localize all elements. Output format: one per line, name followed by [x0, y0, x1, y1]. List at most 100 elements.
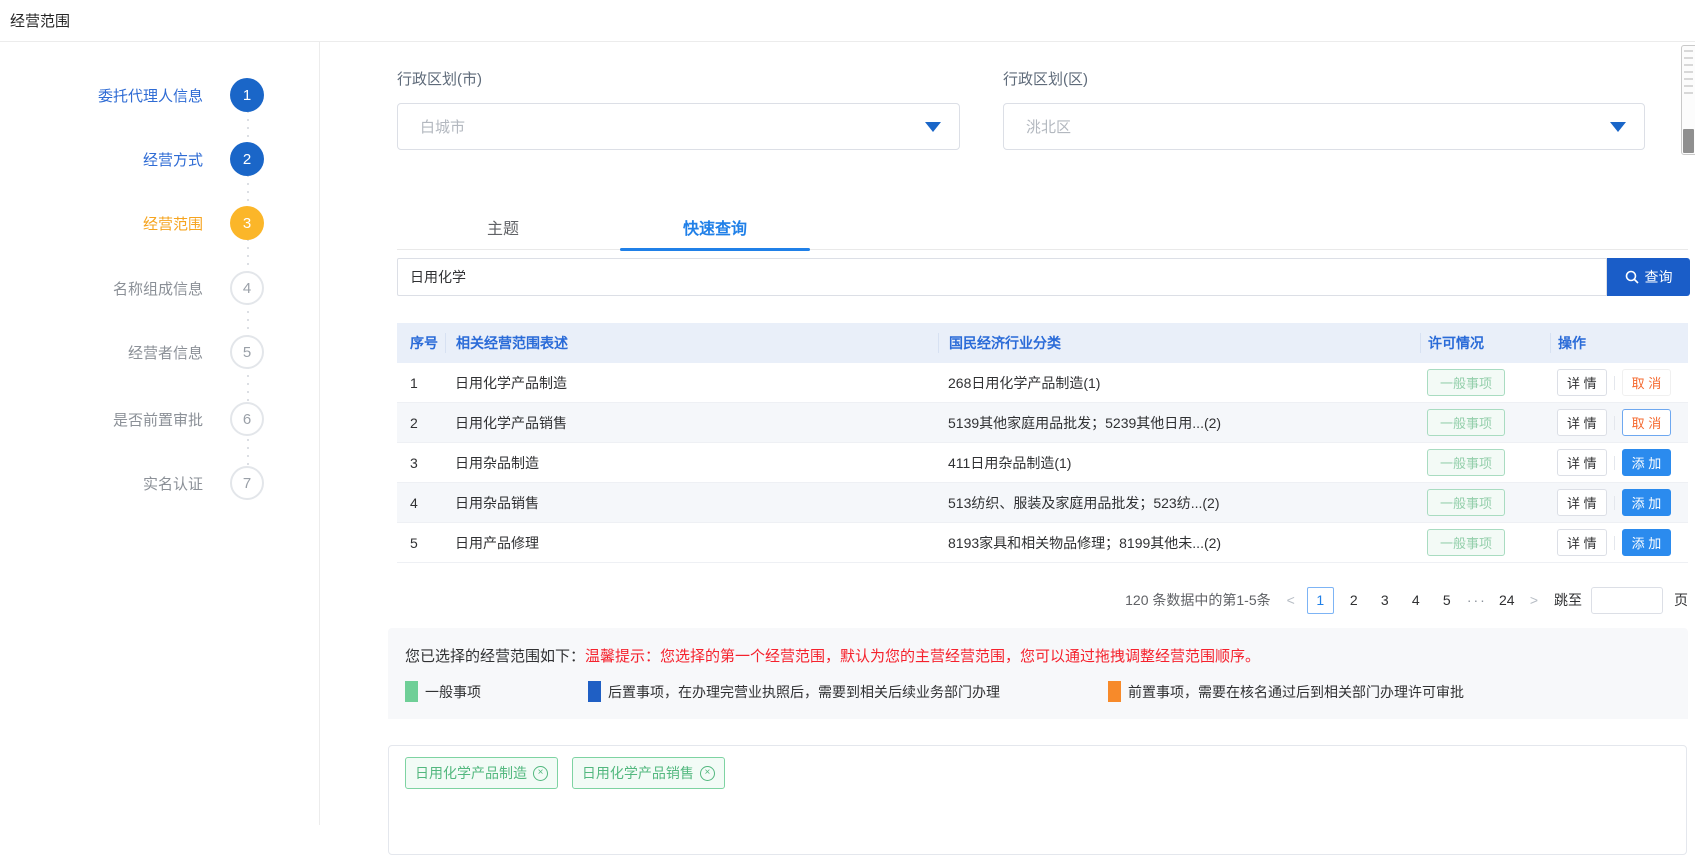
remove-tag-icon[interactable]: ×: [533, 765, 548, 781]
main-content: 行政区划(市) 行政区划(区) 白城市 洮北区 主题 快速查询 查询 序号 相关…: [321, 42, 1695, 855]
detail-button[interactable]: 详 情: [1557, 369, 1607, 396]
selected-scope-title: 您已选择的经营范围如下：: [405, 648, 586, 665]
chevron-down-icon: [1610, 121, 1626, 132]
step-number-badge: 6: [230, 402, 264, 436]
step-number-badge: 5: [230, 335, 264, 369]
page-title: 经营范围: [10, 13, 71, 30]
remove-tag-icon[interactable]: ×: [699, 765, 715, 781]
license-badge: 一般事项: [1427, 449, 1506, 476]
pagination-summary: 120 条数据中的第1-5条: [1125, 592, 1271, 608]
step-label: 经营方式: [142, 151, 203, 169]
district-field-label: 行政区划(区): [1003, 71, 1088, 88]
cell-no: 2: [410, 414, 418, 431]
city-dropdown-value: 白城市: [420, 119, 466, 136]
orange-swatch-icon: [1108, 681, 1121, 702]
scope-tabs: 主题 快速查询: [397, 205, 1688, 251]
page-unit-label: 页: [1674, 592, 1688, 608]
more-pages-icon[interactable]: ···: [1467, 592, 1487, 608]
sidebar-step-agent-info[interactable]: 委托代理人信息 1: [98, 78, 264, 112]
table-row: 4 日用杂品销售 513纺织、服装及家庭用品批发；523纺...(2) 一般事项…: [397, 483, 1688, 523]
selected-scope-tag[interactable]: 日用化学产品销售 ×: [571, 757, 725, 789]
search-button[interactable]: 查询: [1607, 258, 1690, 296]
detail-button[interactable]: 详 情: [1557, 449, 1607, 476]
minimap-scrollbar[interactable]: [1681, 45, 1695, 155]
cell-desc: 日用产品修理: [455, 534, 539, 551]
table-row: 2 日用化学产品销售 5139其他家庭用品批发；5239其他日用...(2) 一…: [397, 403, 1688, 443]
step-label: 经营者信息: [127, 344, 203, 362]
table-header-row: 序号 相关经营范围表述 国民经济行业分类 许可情况 操作: [397, 323, 1688, 363]
prev-page-icon[interactable]: <: [1284, 592, 1298, 608]
col-header-no: 序号: [410, 335, 438, 351]
op-divider: [1613, 535, 1615, 550]
cell-desc: 日用化学产品销售: [455, 414, 567, 431]
step-label: 委托代理人信息: [97, 87, 203, 105]
cell-desc: 日用化学产品制造: [455, 374, 567, 391]
pagination: 120 条数据中的第1-5条 < 1 2 3 4 5 ··· 24 > 跳至 页: [397, 585, 1688, 615]
city-field-label: 行政区划(市): [397, 71, 482, 88]
page-number-2[interactable]: 2: [1343, 592, 1365, 608]
page-number-1[interactable]: 1: [1306, 586, 1334, 614]
step-number-badge: 4: [230, 271, 264, 305]
legend-label: 一般事项: [425, 683, 481, 700]
jump-to-label: 跳至: [1554, 592, 1582, 608]
sidebar-step-real-name-auth[interactable]: 实名认证 7: [143, 466, 264, 500]
sidebar-step-business-mode[interactable]: 经营方式 2: [143, 142, 264, 176]
scrollbar-thumb[interactable]: [1683, 129, 1694, 153]
tab-theme[interactable]: 主题: [397, 205, 609, 249]
add-button[interactable]: 添 加: [1621, 529, 1672, 556]
cell-industry: 513纺织、服装及家庭用品批发；523纺...(2): [948, 494, 1220, 511]
cell-no: 4: [410, 494, 418, 511]
cancel-button[interactable]: 取 消: [1621, 409, 1672, 436]
op-divider: [1613, 415, 1615, 430]
col-header-industry: 国民经济行业分类: [938, 333, 1420, 353]
legend-item-post-approval: 后置事项，在办理完营业执照后，需要到相关后续业务部门办理: [588, 681, 1108, 702]
sidebar-step-operator-info[interactable]: 经营者信息 5: [128, 335, 264, 369]
district-dropdown-value: 洮北区: [1026, 119, 1072, 136]
cell-industry: 411日用杂品制造(1): [948, 454, 1072, 471]
detail-button[interactable]: 详 情: [1557, 529, 1607, 556]
next-page-icon[interactable]: >: [1527, 592, 1541, 608]
sidebar-step-pre-approval[interactable]: 是否前置审批 6: [113, 402, 264, 436]
sidebar-step-business-scope[interactable]: 经营范围 3: [143, 206, 264, 240]
selected-scope-tag[interactable]: 日用化学产品制造 ×: [405, 757, 558, 789]
license-badge: 一般事项: [1427, 489, 1506, 516]
col-header-license: 许可情况: [1420, 333, 1550, 353]
cell-desc: 日用杂品制造: [455, 454, 539, 471]
license-legend: 一般事项 后置事项，在办理完营业执照后，需要到相关后续业务部门办理 前置事项，需…: [405, 681, 1688, 702]
detail-button[interactable]: 详 情: [1557, 489, 1607, 516]
search-input[interactable]: [397, 258, 1607, 296]
scope-table: 序号 相关经营范围表述 国民经济行业分类 许可情况 操作 1 日用化学产品制造 …: [397, 323, 1688, 563]
search-row: 查询: [397, 258, 1690, 296]
sidebar-step-name-composition[interactable]: 名称组成信息 4: [113, 271, 264, 305]
tag-label: 日用化学产品销售: [581, 765, 694, 781]
step-number-badge: 2: [230, 142, 264, 176]
table-row: 5 日用产品修理 8193家具和相关物品修理；8199其他未...(2) 一般事…: [397, 523, 1688, 563]
add-button[interactable]: 添 加: [1621, 489, 1672, 516]
blue-swatch-icon: [588, 681, 601, 702]
step-label: 经营范围: [142, 215, 203, 233]
step-label: 实名认证: [142, 475, 203, 493]
selected-tags-box: 日用化学产品制造 × 日用化学产品销售 ×: [388, 745, 1687, 855]
detail-button[interactable]: 详 情: [1557, 409, 1607, 436]
step-label: 是否前置审批: [112, 411, 203, 429]
cell-industry: 268日用化学产品制造(1): [948, 374, 1101, 391]
district-dropdown[interactable]: 洮北区: [1003, 103, 1645, 150]
table-row: 3 日用杂品制造 411日用杂品制造(1) 一般事项 详 情 添 加: [397, 443, 1688, 483]
legend-label: 前置事项，需要在核名通过后到相关部门办理许可审批: [1128, 683, 1464, 700]
legend-item-general: 一般事项: [405, 681, 588, 702]
page-number-24[interactable]: 24: [1496, 592, 1518, 608]
city-dropdown[interactable]: 白城市: [397, 103, 960, 150]
cancel-button[interactable]: 取 消: [1621, 369, 1672, 396]
page-number-4[interactable]: 4: [1405, 592, 1427, 608]
tab-quick-query[interactable]: 快速查询: [609, 205, 821, 251]
page-number-5[interactable]: 5: [1436, 592, 1458, 608]
cell-desc: 日用杂品销售: [455, 494, 539, 511]
add-button[interactable]: 添 加: [1621, 449, 1672, 476]
license-badge: 一般事项: [1427, 369, 1506, 396]
license-badge: 一般事项: [1427, 409, 1506, 436]
col-header-desc: 相关经营范围表述: [445, 333, 938, 353]
page-number-3[interactable]: 3: [1374, 592, 1396, 608]
table-row: 1 日用化学产品制造 268日用化学产品制造(1) 一般事项 详 情 取 消: [397, 363, 1688, 403]
page-jump-input[interactable]: [1591, 586, 1663, 614]
green-swatch-icon: [405, 681, 418, 702]
